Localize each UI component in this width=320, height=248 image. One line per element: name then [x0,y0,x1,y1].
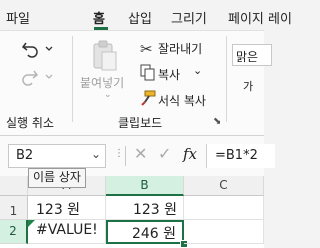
paste-label: 붙여넣기 [80,76,125,90]
paste-dropdown-icon[interactable]: ⌄ [104,90,112,100]
column-header-c[interactable]: C [184,176,264,196]
dialog-launcher-icon[interactable]: ⬊ [213,116,221,127]
undo-icon [21,42,53,58]
cell-c1[interactable] [184,196,264,220]
redo-button[interactable] [20,66,54,90]
name-box-tooltip: 이름 상자 [28,168,86,188]
clipboard-group-label: 클립보드 [118,116,163,130]
cell-b2-selected[interactable]: 246 원 [106,220,184,244]
menu-page-layout[interactable]: 페이지 레이 [228,8,292,27]
name-box-dropdown-icon[interactable]: ⌄ [91,147,101,161]
font-label: 가 [243,80,254,93]
paste-button[interactable] [92,40,118,76]
ribbon-separator [226,36,227,122]
row-header-2[interactable]: 2 [0,220,28,244]
insert-function-button[interactable]: fx [183,145,197,163]
row-header-1[interactable]: 1 [0,196,28,220]
menu-home[interactable]: 홈 [93,8,105,27]
undo-group-label: 실행 취소 [6,116,54,130]
more-icon[interactable]: ⋮ [114,148,124,159]
cell-a2[interactable]: #VALUE! [28,220,106,244]
error-indicator-icon[interactable] [28,220,35,227]
menu-bar: 파일 홈 삽입 그리기 페이지 레이 [0,0,292,30]
cell-b1[interactable]: 123 원 [106,196,184,220]
menu-file[interactable]: 파일 [6,8,30,27]
scissors-icon[interactable]: ✂ [140,40,153,58]
enter-check-icon[interactable]: ✓ [158,144,171,163]
select-all-corner[interactable] [0,176,28,196]
format-painter-button[interactable] [140,90,156,110]
undo-button[interactable] [20,38,54,62]
cut-label[interactable]: 잘라내기 [158,40,202,57]
column-header-b[interactable]: B [106,176,184,196]
clipboard-icon [93,40,117,71]
cell-a1[interactable]: 123 원 [28,196,106,220]
cancel-icon[interactable]: ✕ [134,144,147,163]
ribbon-separator [72,36,73,122]
formula-value: =B1*2 [215,148,258,163]
redo-icon [22,70,53,86]
copy-label[interactable]: 복사 [158,66,180,83]
copy-button[interactable] [140,64,156,86]
menu-insert[interactable]: 삽입 [128,8,152,27]
name-box-value: B2 [16,148,34,163]
font-name-box[interactable]: 맑은 [232,44,272,66]
paintbrush-icon [141,90,156,106]
formula-input[interactable]: =B1*2 [206,144,275,168]
format-painter-label[interactable]: 서식 복사 [158,92,206,109]
font-name-value: 맑은 [236,50,259,64]
formula-bar-separator [125,146,126,166]
cell-c2[interactable] [184,220,264,244]
menu-draw[interactable]: 그리기 [171,8,207,27]
copy-dropdown-icon[interactable]: ⌄ [193,64,202,77]
copy-icon [140,64,155,81]
